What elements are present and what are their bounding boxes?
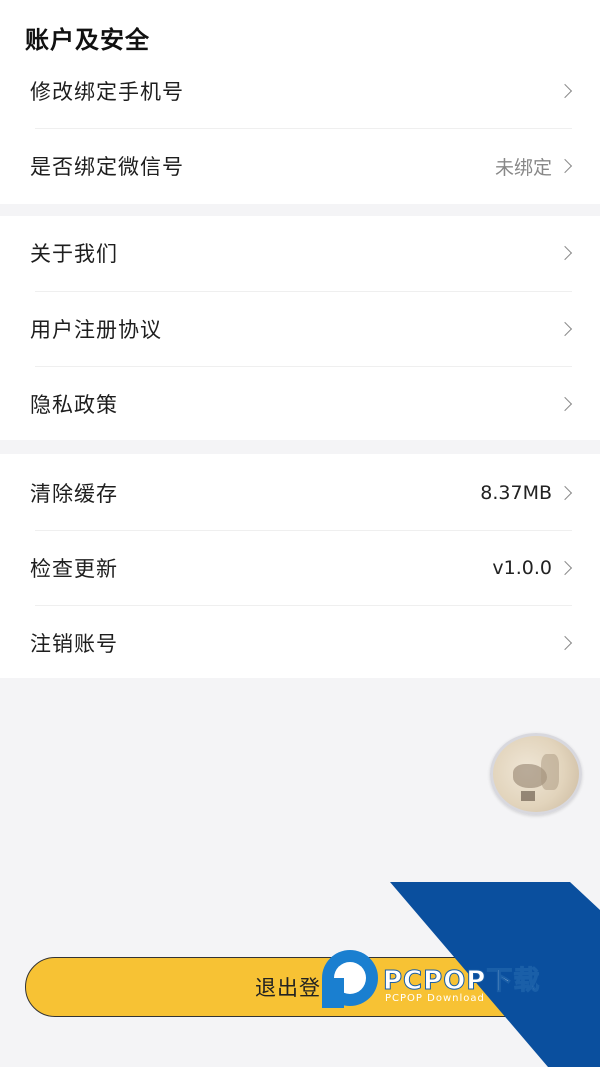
app-version: v1.0.0	[492, 557, 552, 579]
row-label: 用户注册协议	[30, 318, 162, 342]
section-title-account-security: 账户及安全	[25, 26, 150, 54]
row-delete-account[interactable]: 注销账号	[0, 606, 600, 680]
chevron-right-icon	[557, 83, 573, 99]
row-privacy-policy[interactable]: 隐私政策	[0, 367, 600, 441]
chevron-right-icon	[557, 560, 573, 576]
chevron-right-icon	[557, 321, 573, 337]
misc-card: 清除缓存 8.37MB 检查更新 v1.0.0 注销账号	[0, 454, 600, 678]
row-label: 修改绑定手机号	[30, 80, 184, 104]
chevron-right-icon	[557, 635, 573, 651]
pcpop-logo-icon	[322, 950, 378, 1008]
row-label: 检查更新	[30, 557, 118, 581]
avatar-ink	[521, 791, 535, 801]
chevron-right-icon	[557, 396, 573, 412]
chevron-right-icon	[557, 245, 573, 261]
row-check-update[interactable]: 检查更新 v1.0.0	[0, 531, 600, 605]
row-label: 隐私政策	[30, 393, 118, 417]
watermark-sub: PCPOP Download	[385, 993, 485, 1004]
chevron-right-icon	[557, 158, 573, 174]
wechat-binding-status: 未绑定	[494, 156, 552, 179]
chevron-right-icon	[557, 485, 573, 501]
watermark-brand: PCPOP下载	[382, 966, 541, 997]
row-about-us[interactable]: 关于我们	[0, 216, 600, 290]
cache-size: 8.37MB	[480, 482, 552, 504]
floating-avatar-icon[interactable]	[490, 733, 582, 815]
row-label: 是否绑定微信号	[30, 155, 184, 179]
row-clear-cache[interactable]: 清除缓存 8.37MB	[0, 456, 600, 530]
about-card: 关于我们 用户注册协议 隐私政策	[0, 216, 600, 440]
avatar-ink	[541, 754, 559, 790]
row-change-phone[interactable]: 修改绑定手机号	[0, 54, 600, 128]
row-label: 清除缓存	[30, 482, 118, 506]
account-security-card: 账户及安全 修改绑定手机号 是否绑定微信号 未绑定	[0, 0, 600, 204]
row-label: 关于我们	[30, 242, 118, 266]
row-wechat-binding[interactable]: 是否绑定微信号 未绑定	[0, 129, 600, 203]
row-user-agreement[interactable]: 用户注册协议	[0, 292, 600, 366]
row-label: 注销账号	[30, 632, 118, 656]
